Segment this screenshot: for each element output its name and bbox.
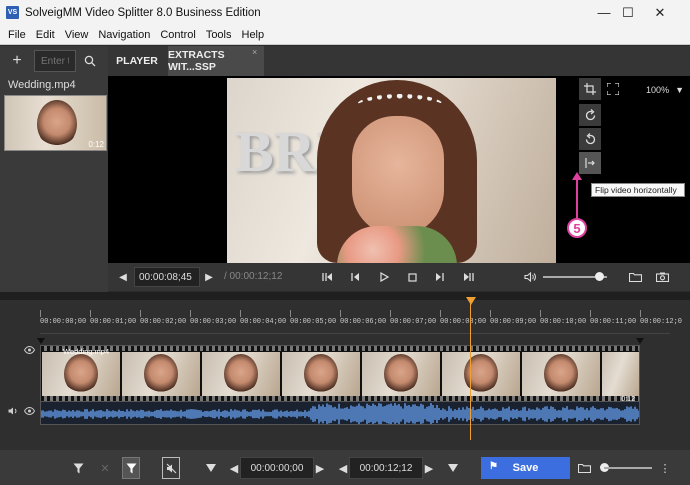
ruler-tick: 00:00:09;00 bbox=[490, 318, 537, 326]
save-button[interactable]: ⚑ Save bbox=[481, 457, 570, 479]
menu-tools[interactable]: Tools bbox=[201, 29, 237, 41]
app-icon: VS bbox=[6, 6, 19, 19]
menu-bar: File Edit View Navigation Control Tools … bbox=[0, 25, 690, 45]
ruler-tick: 00:00:08;00 bbox=[440, 318, 487, 326]
folder-icon[interactable] bbox=[626, 267, 644, 287]
menu-view[interactable]: View bbox=[60, 29, 94, 41]
jump-start-icon[interactable] bbox=[319, 267, 335, 287]
mute-segment-icon[interactable] bbox=[162, 457, 180, 479]
zoom-value: 100% bbox=[646, 85, 670, 95]
ruler-tick: 00:00:02;00 bbox=[140, 318, 187, 326]
library-search-input[interactable] bbox=[34, 50, 76, 72]
search-icon[interactable] bbox=[78, 50, 102, 72]
fullscreen-icon[interactable] bbox=[602, 78, 624, 100]
video-frame: BRI bbox=[227, 78, 556, 263]
current-time-field[interactable]: 00:00:08;45 bbox=[134, 267, 200, 287]
snapshot-icon[interactable] bbox=[653, 267, 671, 287]
media-library-panel: + Wedding.mp4 0:12 bbox=[0, 46, 108, 292]
volume-slider-thumb[interactable] bbox=[595, 272, 604, 281]
stop-icon[interactable] bbox=[404, 267, 420, 287]
start-time-field[interactable]: 00:00:00;00 bbox=[240, 457, 314, 479]
menu-navigation[interactable]: Navigation bbox=[93, 29, 155, 41]
ruler-tick: 00:00:10;00 bbox=[540, 318, 587, 326]
next-frame-button[interactable]: ▶ bbox=[202, 267, 216, 287]
tab-extracts[interactable]: EXTRACTS WIT...SSP bbox=[168, 46, 264, 76]
step-forward-icon[interactable] bbox=[432, 267, 448, 287]
bottom-toolbar: ✕ ◀ 00:00:00;00 ▶ ◀ 00:00:12;12 ▶ ⚑ Save… bbox=[0, 450, 690, 485]
playhead[interactable] bbox=[470, 300, 471, 440]
track-file-label: Wedding.mp4 bbox=[63, 347, 110, 356]
remove-filter-icon[interactable]: ✕ bbox=[97, 457, 113, 479]
marker-start[interactable] bbox=[37, 338, 45, 344]
filter-icon[interactable] bbox=[70, 457, 86, 479]
menu-help[interactable]: Help bbox=[237, 29, 270, 41]
volume-icon[interactable] bbox=[522, 267, 538, 287]
filter-active-icon[interactable] bbox=[122, 457, 140, 479]
menu-control[interactable]: Control bbox=[155, 29, 200, 41]
tab-close-icon[interactable]: × bbox=[252, 47, 257, 57]
menu-edit[interactable]: Edit bbox=[31, 29, 60, 41]
start-prev-icon[interactable]: ◀ bbox=[228, 457, 240, 479]
callout-arrow bbox=[572, 172, 582, 218]
player-controls: ◀ 00:00:08;45 ▶ / 00:00:12;12 bbox=[108, 263, 690, 291]
eye-icon[interactable] bbox=[23, 345, 36, 357]
zoom-select[interactable]: 100% ▼ bbox=[624, 81, 684, 99]
maximize-button[interactable]: ☐ bbox=[611, 0, 645, 25]
callout-number: 5 bbox=[567, 218, 587, 238]
thumbnail-duration: 0:12 bbox=[88, 140, 104, 149]
play-icon[interactable] bbox=[376, 267, 392, 287]
audio-track-icon[interactable] bbox=[8, 406, 20, 416]
marker-end[interactable] bbox=[636, 338, 644, 344]
timeline: 00:00:00;00 00:00:01;00 00:00:02;00 00:0… bbox=[0, 297, 690, 450]
jump-end-icon[interactable] bbox=[460, 267, 476, 287]
ruler-tick: 00:00:05;00 bbox=[290, 318, 337, 326]
rotate-ccw-icon[interactable] bbox=[579, 128, 601, 150]
end-next-icon[interactable]: ▶ bbox=[423, 457, 435, 479]
total-time: / 00:00:12;12 bbox=[224, 271, 283, 282]
ruler-tick: 00:00:01;00 bbox=[90, 318, 137, 326]
save-label: Save bbox=[512, 462, 539, 474]
close-button[interactable]: ✕ bbox=[643, 0, 677, 25]
marker-down-icon[interactable] bbox=[445, 457, 461, 479]
video-preview: BRI bbox=[108, 76, 577, 263]
library-file-thumbnail[interactable]: 0:12 bbox=[4, 95, 107, 151]
tooltip: Flip video horizontally bbox=[591, 183, 685, 197]
ruler-tick: 00:00:00;00 bbox=[40, 318, 87, 326]
library-file-name[interactable]: Wedding.mp4 bbox=[8, 79, 76, 91]
flag-icon: ⚑ bbox=[489, 461, 498, 472]
rotate-cw-icon[interactable] bbox=[579, 104, 601, 126]
ruler-tick: 00:00:07;00 bbox=[390, 318, 437, 326]
prev-frame-button[interactable]: ◀ bbox=[116, 267, 130, 287]
start-next-icon[interactable]: ▶ bbox=[314, 457, 326, 479]
panel-splitter[interactable] bbox=[0, 292, 690, 300]
more-menu-icon[interactable]: ⋮ bbox=[660, 457, 671, 479]
crop-icon[interactable] bbox=[579, 78, 601, 100]
window-title: SolveigMM Video Splitter 8.0 Business Ed… bbox=[25, 6, 261, 19]
ruler-tick: 00:00:11;00 bbox=[590, 318, 637, 326]
playhead-handle[interactable] bbox=[466, 297, 476, 305]
ruler-tick: 00:00:06;00 bbox=[340, 318, 387, 326]
video-tools-panel: 100% ▼ bbox=[577, 76, 690, 263]
output-folder-icon[interactable] bbox=[575, 457, 593, 479]
title-bar: VS SolveigMM Video Splitter 8.0 Business… bbox=[0, 0, 690, 25]
video-track[interactable]: Wedding.mp4 0:12 bbox=[40, 345, 640, 403]
step-back-icon[interactable] bbox=[347, 267, 363, 287]
eye-icon[interactable] bbox=[23, 406, 36, 416]
audio-track[interactable] bbox=[40, 401, 640, 425]
menu-file[interactable]: File bbox=[3, 29, 31, 41]
ruler-tick: 00:00:04;00 bbox=[240, 318, 287, 326]
ruler-tick: 00:00:12;0 bbox=[640, 318, 683, 326]
tab-player[interactable]: PLAYER bbox=[108, 46, 166, 76]
audio-waveform bbox=[41, 403, 639, 424]
tab-bar: PLAYER EXTRACTS WIT...SSP × bbox=[108, 46, 690, 76]
ruler-tick: 00:00:03;00 bbox=[190, 318, 237, 326]
add-file-button[interactable]: + bbox=[4, 50, 30, 72]
marker-down-icon[interactable] bbox=[203, 457, 219, 479]
chevron-down-icon: ▼ bbox=[675, 85, 684, 95]
end-prev-icon[interactable]: ◀ bbox=[337, 457, 349, 479]
time-ruler[interactable]: 00:00:00;00 00:00:01;00 00:00:02;00 00:0… bbox=[40, 300, 682, 334]
end-time-field[interactable]: 00:00:12;12 bbox=[349, 457, 423, 479]
timeline-zoom-slider[interactable] bbox=[604, 467, 652, 469]
